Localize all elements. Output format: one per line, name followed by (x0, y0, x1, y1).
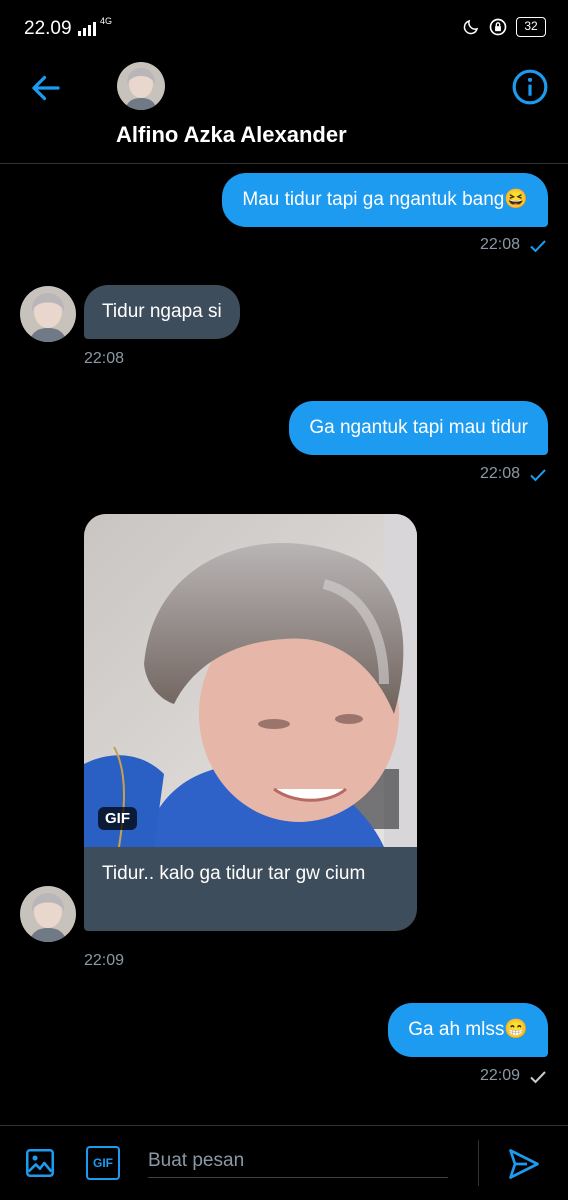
status-time: 22.09 (24, 18, 72, 39)
message-composer: GIF (0, 1125, 568, 1200)
status-bar: 22.09 4G 32 (0, 0, 568, 60)
info-icon[interactable] (511, 68, 549, 106)
sender-avatar[interactable] (20, 286, 76, 342)
gif-badge: GIF (98, 807, 137, 830)
contact-avatar[interactable] (117, 62, 165, 110)
sender-avatar[interactable] (20, 886, 76, 942)
message-timestamp: 22:08 (479, 465, 520, 482)
message-text: Ga ngantuk tapi mau tidur (309, 417, 528, 438)
gif-message-card[interactable]: GIF Tidur.. kalo ga tidur tar gw cium (84, 514, 417, 931)
message-text: Mau tidur tapi ga ngantuk bang😆 (242, 189, 528, 210)
gif-media[interactable]: GIF (84, 514, 417, 847)
status-icons: 32 (462, 17, 546, 37)
message-text: Ga ah mlss😁 (408, 1019, 528, 1040)
conversation-header: Alfino Azka Alexander (0, 60, 568, 164)
send-icon[interactable] (506, 1146, 542, 1182)
message-bubble-incoming[interactable]: Tidur ngapa si (84, 285, 240, 339)
gif-icon[interactable]: GIF (86, 1146, 120, 1180)
composer-divider (478, 1140, 479, 1186)
message-input[interactable] (148, 1144, 448, 1178)
message-text: Tidur ngapa si (102, 301, 222, 322)
message-timestamp: 22:09 (479, 1067, 520, 1084)
contact-name: Alfino Azka Alexander (116, 122, 347, 147)
message-timestamp: 22:09 (84, 952, 125, 969)
check-icon (530, 1071, 546, 1084)
gif-icon-label: GIF (93, 1156, 113, 1170)
message-bubble-outgoing[interactable]: Ga ngantuk tapi mau tidur (289, 401, 548, 455)
signal-icon (78, 18, 96, 36)
battery-indicator: 32 (516, 17, 546, 37)
message-text: Tidur.. kalo ga tidur tar gw cium (102, 863, 366, 884)
message-timestamp: 22:08 (84, 350, 125, 367)
back-arrow-icon[interactable] (28, 70, 64, 106)
check-icon (530, 240, 546, 253)
lock-rotation-icon (489, 18, 507, 36)
check-icon (530, 469, 546, 482)
moon-icon (463, 19, 479, 35)
network-label: 4G (100, 16, 113, 26)
message-bubble-outgoing[interactable]: Ga ah mlss😁 (388, 1003, 548, 1057)
message-timestamp: 22:08 (479, 236, 520, 253)
image-icon[interactable] (23, 1146, 57, 1180)
message-bubble-outgoing[interactable]: Mau tidur tapi ga ngantuk bang😆 (222, 173, 548, 227)
